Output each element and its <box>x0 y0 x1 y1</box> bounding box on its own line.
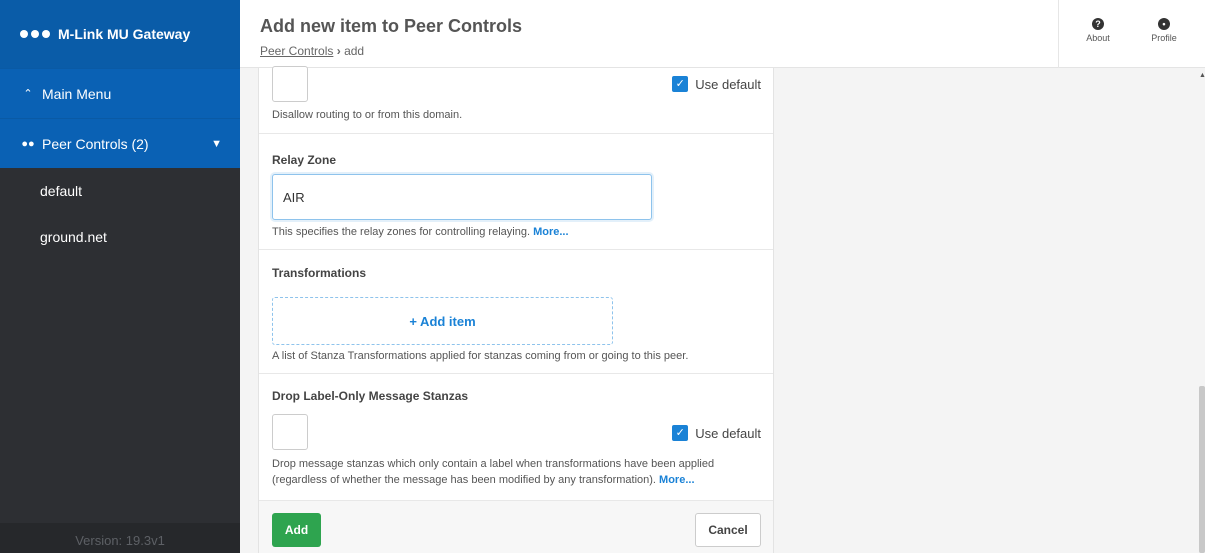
sidebar-main-menu[interactable]: ⌃ Main Menu <box>0 68 240 118</box>
users-icon: ●● <box>21 137 35 150</box>
checkmark-icon: ✓ <box>672 76 689 92</box>
transformations-section: Transformations + Add item A list of Sta… <box>259 250 773 374</box>
logo-dots-icon <box>20 30 50 38</box>
sidebar-item-ground-net[interactable]: ground.net <box>0 214 240 260</box>
sidebar-item-label: default <box>40 183 83 199</box>
profile-label: Profile <box>1151 33 1177 43</box>
drop-label-only-checkbox[interactable] <box>272 414 308 450</box>
drop-label-only-help: Drop message stanzas which only contain … <box>272 456 762 488</box>
breadcrumb-link-peer-controls[interactable]: Peer Controls <box>260 44 333 58</box>
relay-zone-help-text: This specifies the relay zones for contr… <box>272 226 531 238</box>
user-circle-icon: • <box>1158 18 1170 30</box>
header-divider <box>1058 0 1059 68</box>
peer-controls-label: Peer Controls (2) <box>42 135 149 152</box>
drop-label-only-use-default[interactable]: ✓ Use default <box>672 425 761 441</box>
drop-label-only-label: Drop Label-Only Message Stanzas <box>272 389 469 403</box>
relay-zone-more-link[interactable]: More... <box>533 226 568 238</box>
form-footer: Add Cancel <box>259 500 773 553</box>
drop-label-only-more-link[interactable]: More... <box>659 474 694 486</box>
add-button[interactable]: Add <box>272 513 321 547</box>
form-panel: ✓ Use default Disallow routing to or fro… <box>258 66 774 553</box>
about-button[interactable]: ? About <box>1078 18 1118 43</box>
disallow-use-default[interactable]: ✓ Use default <box>672 76 761 92</box>
checkmark-icon: ✓ <box>672 425 689 441</box>
drop-label-only-section: Drop Label-Only Message Stanzas ✓ Use de… <box>259 374 773 500</box>
drop-label-only-help-text: Drop message stanzas which only contain … <box>272 458 715 486</box>
sidebar-item-default[interactable]: default <box>0 168 240 214</box>
transformations-help: A list of Stanza Transformations applied… <box>272 350 689 362</box>
sidebar-item-label: ground.net <box>40 229 107 245</box>
profile-button[interactable]: • Profile <box>1144 18 1184 43</box>
sidebar: M-Link MU Gateway ⌃ Main Menu ●● Peer Co… <box>0 0 240 553</box>
relay-zone-value: AIR <box>283 189 305 205</box>
scrollbar-thumb[interactable] <box>1199 386 1205 553</box>
sidebar-peer-controls[interactable]: ●● Peer Controls (2) ▼ <box>0 118 240 168</box>
page-header: Add new item to Peer Controls Peer Contr… <box>240 0 1205 68</box>
app-title: M-Link MU Gateway <box>58 26 191 42</box>
page-scrollbar[interactable]: ▲ <box>1198 68 1205 553</box>
add-item-button[interactable]: + Add item <box>272 297 613 345</box>
breadcrumb-current: add <box>344 44 365 58</box>
scroll-up-arrow-icon[interactable]: ▲ <box>1199 72 1205 79</box>
breadcrumb: Peer Controls › add <box>260 44 364 58</box>
page-title: Add new item to Peer Controls <box>260 16 523 36</box>
disallow-help: Disallow routing to or from this domain. <box>272 109 463 121</box>
question-circle-icon: ? <box>1092 18 1104 30</box>
chevron-down-icon: ▼ <box>211 137 222 150</box>
disallow-checkbox[interactable] <box>272 66 308 102</box>
transformations-label: Transformations <box>272 266 367 280</box>
disallow-section: ✓ Use default Disallow routing to or fro… <box>259 66 773 134</box>
use-default-label: Use default <box>695 425 761 441</box>
version-label: Version: 19.3v1 <box>0 523 240 553</box>
use-default-label: Use default <box>695 76 761 92</box>
breadcrumb-separator-icon: › <box>336 44 341 58</box>
chevrons-up-icon: ⌃ <box>23 88 33 100</box>
about-label: About <box>1086 33 1110 43</box>
relay-zone-label: Relay Zone <box>272 153 337 167</box>
relay-zone-help: This specifies the relay zones for contr… <box>272 224 569 240</box>
main-menu-label: Main Menu <box>42 85 112 102</box>
relay-zone-input[interactable]: AIR <box>272 174 652 220</box>
app-brand[interactable]: M-Link MU Gateway <box>0 0 240 68</box>
relay-zone-section: Relay Zone AIR This specifies the relay … <box>259 134 773 250</box>
cancel-button[interactable]: Cancel <box>695 513 761 547</box>
